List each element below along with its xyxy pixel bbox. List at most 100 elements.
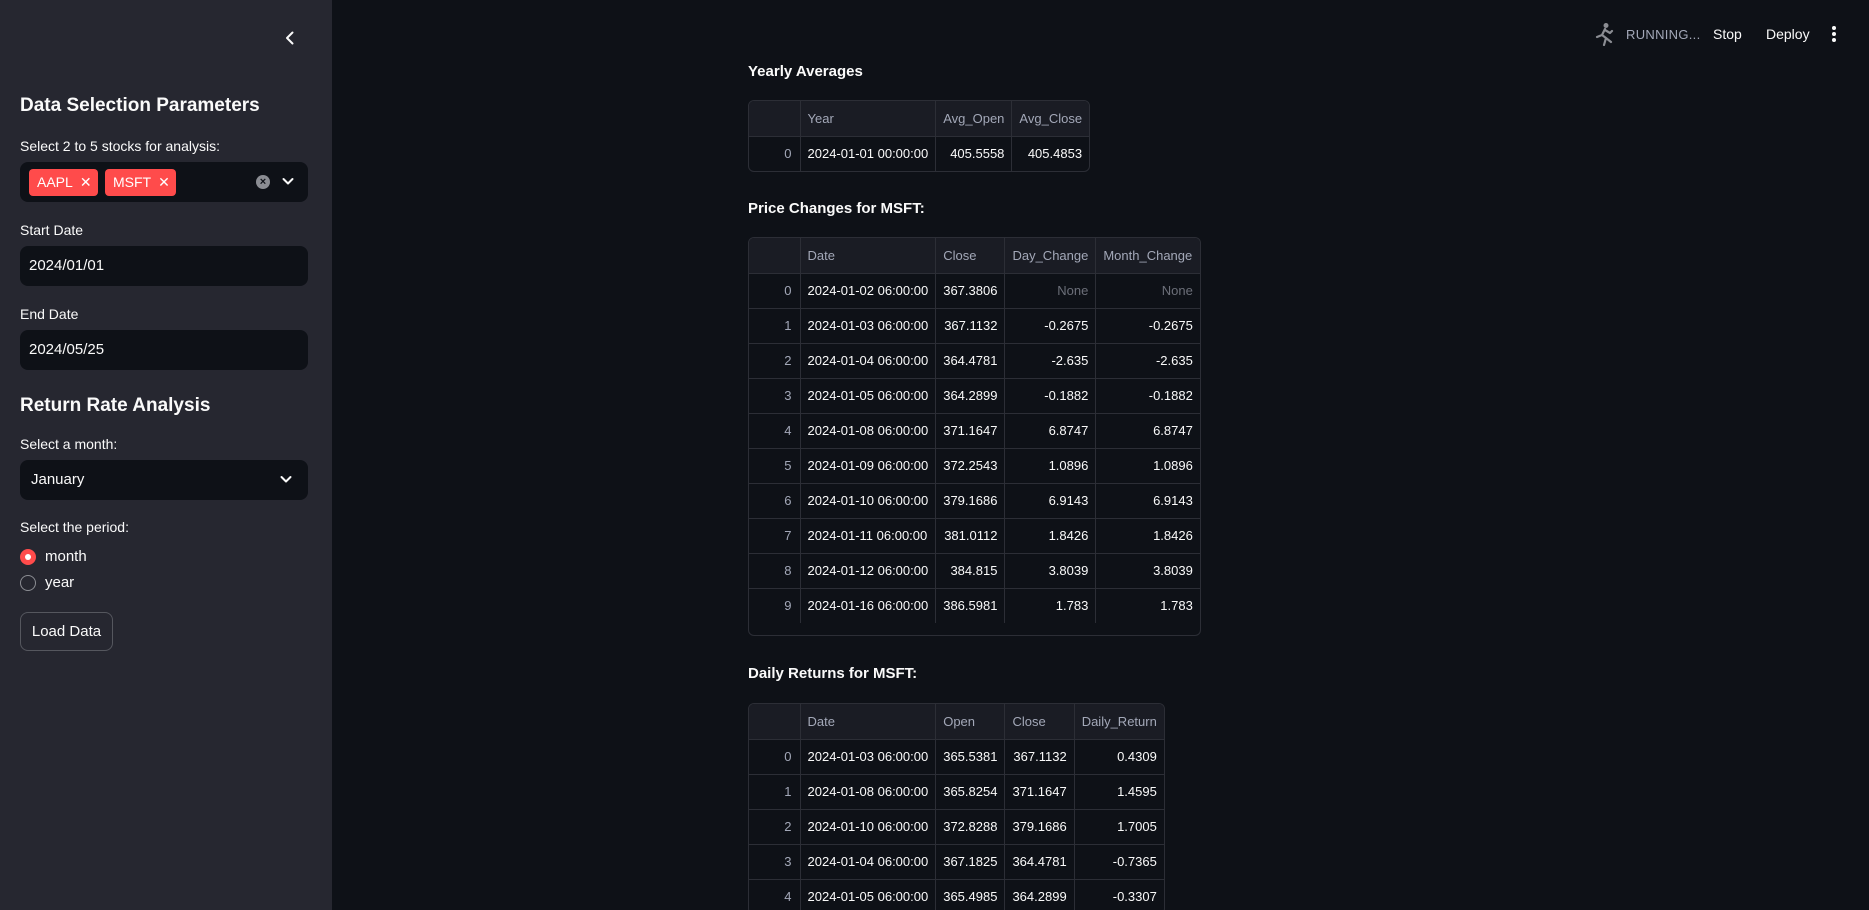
table-cell: 365.4985 — [935, 879, 1006, 910]
row-index: 5 — [749, 448, 801, 484]
row-index: 3 — [749, 378, 801, 414]
main-menu-icon[interactable] — [1827, 24, 1841, 44]
end-date-input[interactable]: 2024/05/25 — [20, 330, 308, 370]
table-cell: 2024-01-04 06:00:00 — [800, 343, 937, 379]
column-header[interactable]: Avg_Open — [935, 101, 1013, 137]
column-header[interactable]: Close — [935, 238, 1006, 274]
table-cell: 365.5381 — [935, 739, 1006, 775]
table-cell: 3.8039 — [1004, 553, 1097, 589]
table-cell: 2024-01-10 06:00:00 — [800, 483, 937, 519]
table-cell: -2.635 — [1004, 343, 1097, 379]
row-index: 4 — [749, 879, 801, 910]
stock-chip-label: AAPL — [37, 174, 73, 190]
end-date-value: 2024/05/25 — [29, 341, 105, 358]
stock-chip-label: MSFT — [113, 174, 152, 190]
sidebar-heading: Data Selection Parameters — [20, 95, 260, 116]
table-cell: 1.0896 — [1004, 448, 1097, 484]
column-header[interactable]: Close — [1004, 704, 1075, 740]
column-header[interactable]: Month_Change — [1095, 238, 1200, 274]
table-cell: 6.9143 — [1095, 483, 1200, 519]
table-cell: 2024-01-08 06:00:00 — [800, 774, 937, 810]
daily-returns-table[interactable]: Date Open Close Daily_Return 0 2024-01-03 06… — [748, 703, 1165, 910]
table-row: 9 2024-01-16 06:00:00 386.5981 1.783 1.783 — [749, 588, 1200, 623]
row-index: 1 — [749, 308, 801, 344]
yearly-averages-table[interactable]: Year Avg_Open Avg_Close 0 2024-01-01 00:00:… — [748, 100, 1091, 172]
table-cell: 6.8747 — [1095, 413, 1200, 449]
table-cell: 364.4781 — [935, 343, 1006, 379]
table-cell: 367.1825 — [935, 844, 1006, 880]
stocks-multiselect[interactable]: AAPL ✕ MSFT ✕ × — [20, 162, 308, 202]
price-changes-title: Price Changes for MSFT: — [748, 200, 925, 217]
radio-unselected-icon[interactable] — [20, 574, 36, 591]
index-header[interactable] — [749, 101, 801, 137]
table-row: 1 2024-01-03 06:00:00 367.1132 -0.2675 -0.26… — [749, 308, 1200, 344]
row-index: 1 — [749, 774, 801, 810]
table-cell: 381.0112 — [935, 518, 1006, 554]
index-header[interactable] — [749, 704, 801, 740]
chevron-down-icon[interactable] — [280, 173, 296, 189]
row-index: 2 — [749, 809, 801, 845]
clear-all-icon[interactable]: × — [256, 175, 270, 189]
price-changes-table[interactable]: Date Close Day_Change Month_Change 0 2024-01… — [748, 237, 1201, 636]
table-cell: 364.2899 — [935, 378, 1006, 414]
period-label: Select the period: — [20, 519, 129, 535]
period-option-label: month — [45, 548, 87, 565]
table-cell: 2024-01-03 06:00:00 — [800, 739, 937, 775]
table-cell: -0.3307 — [1112, 889, 1157, 905]
table-row: 7 2024-01-11 06:00:00 381.0112 1.8426 1.8426 — [749, 518, 1200, 554]
table-cell: -0.7365 — [1074, 844, 1164, 880]
column-header[interactable]: Avg_Close — [1011, 101, 1090, 137]
daily-returns-title: Daily Returns for MSFT: — [748, 665, 918, 682]
table-cell: 2024-01-09 06:00:00 — [800, 448, 937, 484]
start-date-value: 2024/01/01 — [29, 257, 105, 274]
row-index: 0 — [749, 739, 801, 775]
column-header[interactable]: Day_Change — [1004, 238, 1097, 274]
column-header[interactable]: Date — [800, 238, 937, 274]
table-cell: 2024-01-10 06:00:00 — [800, 809, 937, 845]
column-header[interactable]: Year — [800, 101, 937, 137]
radio-selected-icon[interactable] — [20, 548, 36, 565]
deploy-button[interactable]: Deploy — [1766, 26, 1810, 42]
table-row: 3 2024-01-05 06:00:00 364.2899 -0.1882 -0.18… — [749, 378, 1200, 414]
end-date-label: End Date — [20, 306, 79, 322]
stocks-label: Select 2 to 5 stocks for analysis: — [20, 138, 220, 154]
stock-chip-msft: MSFT ✕ — [105, 169, 176, 196]
table-cell: 364.2899 — [1004, 879, 1075, 910]
table-cell: 1.4595 — [1074, 774, 1164, 810]
row-index: 3 — [749, 844, 801, 880]
start-date-input[interactable]: 2024/01/01 — [20, 246, 308, 286]
table-cell: 371.1647 — [935, 413, 1006, 449]
period-option-month[interactable]: month — [20, 548, 87, 565]
table-row: 8 2024-01-12 06:00:00 384.815 3.8039 3.8039 — [749, 553, 1200, 589]
index-header[interactable] — [749, 238, 801, 274]
table-cell: 371.1647 — [1004, 774, 1075, 810]
table-row: 5 2024-01-09 06:00:00 372.2543 1.0896 1.0896 — [749, 448, 1200, 484]
table-cell: 1.783 — [1004, 588, 1097, 623]
table-cell: 372.2543 — [935, 448, 1006, 484]
table-cell: 367.1132 — [935, 308, 1006, 344]
column-header[interactable]: Date — [800, 704, 937, 740]
row-index: 6 — [749, 483, 801, 519]
collapse-sidebar-button[interactable] — [280, 26, 300, 50]
stop-button[interactable]: Stop — [1713, 26, 1742, 42]
table-row: 2 2024-01-04 06:00:00 364.4781 -2.635 -2.635 — [749, 343, 1200, 379]
column-header[interactable]: Daily_Return — [1074, 704, 1164, 740]
table-cell: 405.5558 — [935, 136, 1013, 171]
table-cell: 379.1686 — [1004, 809, 1075, 845]
running-man-icon — [1595, 23, 1614, 46]
column-header[interactable]: Open — [935, 704, 1006, 740]
table-cell: 1.8426 — [1004, 518, 1097, 554]
table-cell: 2024-01-16 06:00:00 — [800, 588, 937, 623]
table-cell: 364.4781 — [1004, 844, 1075, 880]
table-cell: 1.783 — [1160, 598, 1193, 614]
table-cell: None — [1004, 273, 1097, 309]
row-index: 0 — [749, 273, 801, 309]
table-cell: 2024-01-01 00:00:00 — [800, 136, 937, 171]
period-option-year[interactable]: year — [20, 574, 74, 591]
remove-chip-icon[interactable]: ✕ — [80, 169, 92, 196]
load-data-button[interactable]: Load Data — [20, 612, 113, 651]
table-cell: 367.3806 — [935, 273, 1006, 309]
month-select[interactable]: January — [20, 460, 308, 500]
row-index: 8 — [749, 553, 801, 589]
remove-chip-icon[interactable]: ✕ — [158, 169, 170, 196]
